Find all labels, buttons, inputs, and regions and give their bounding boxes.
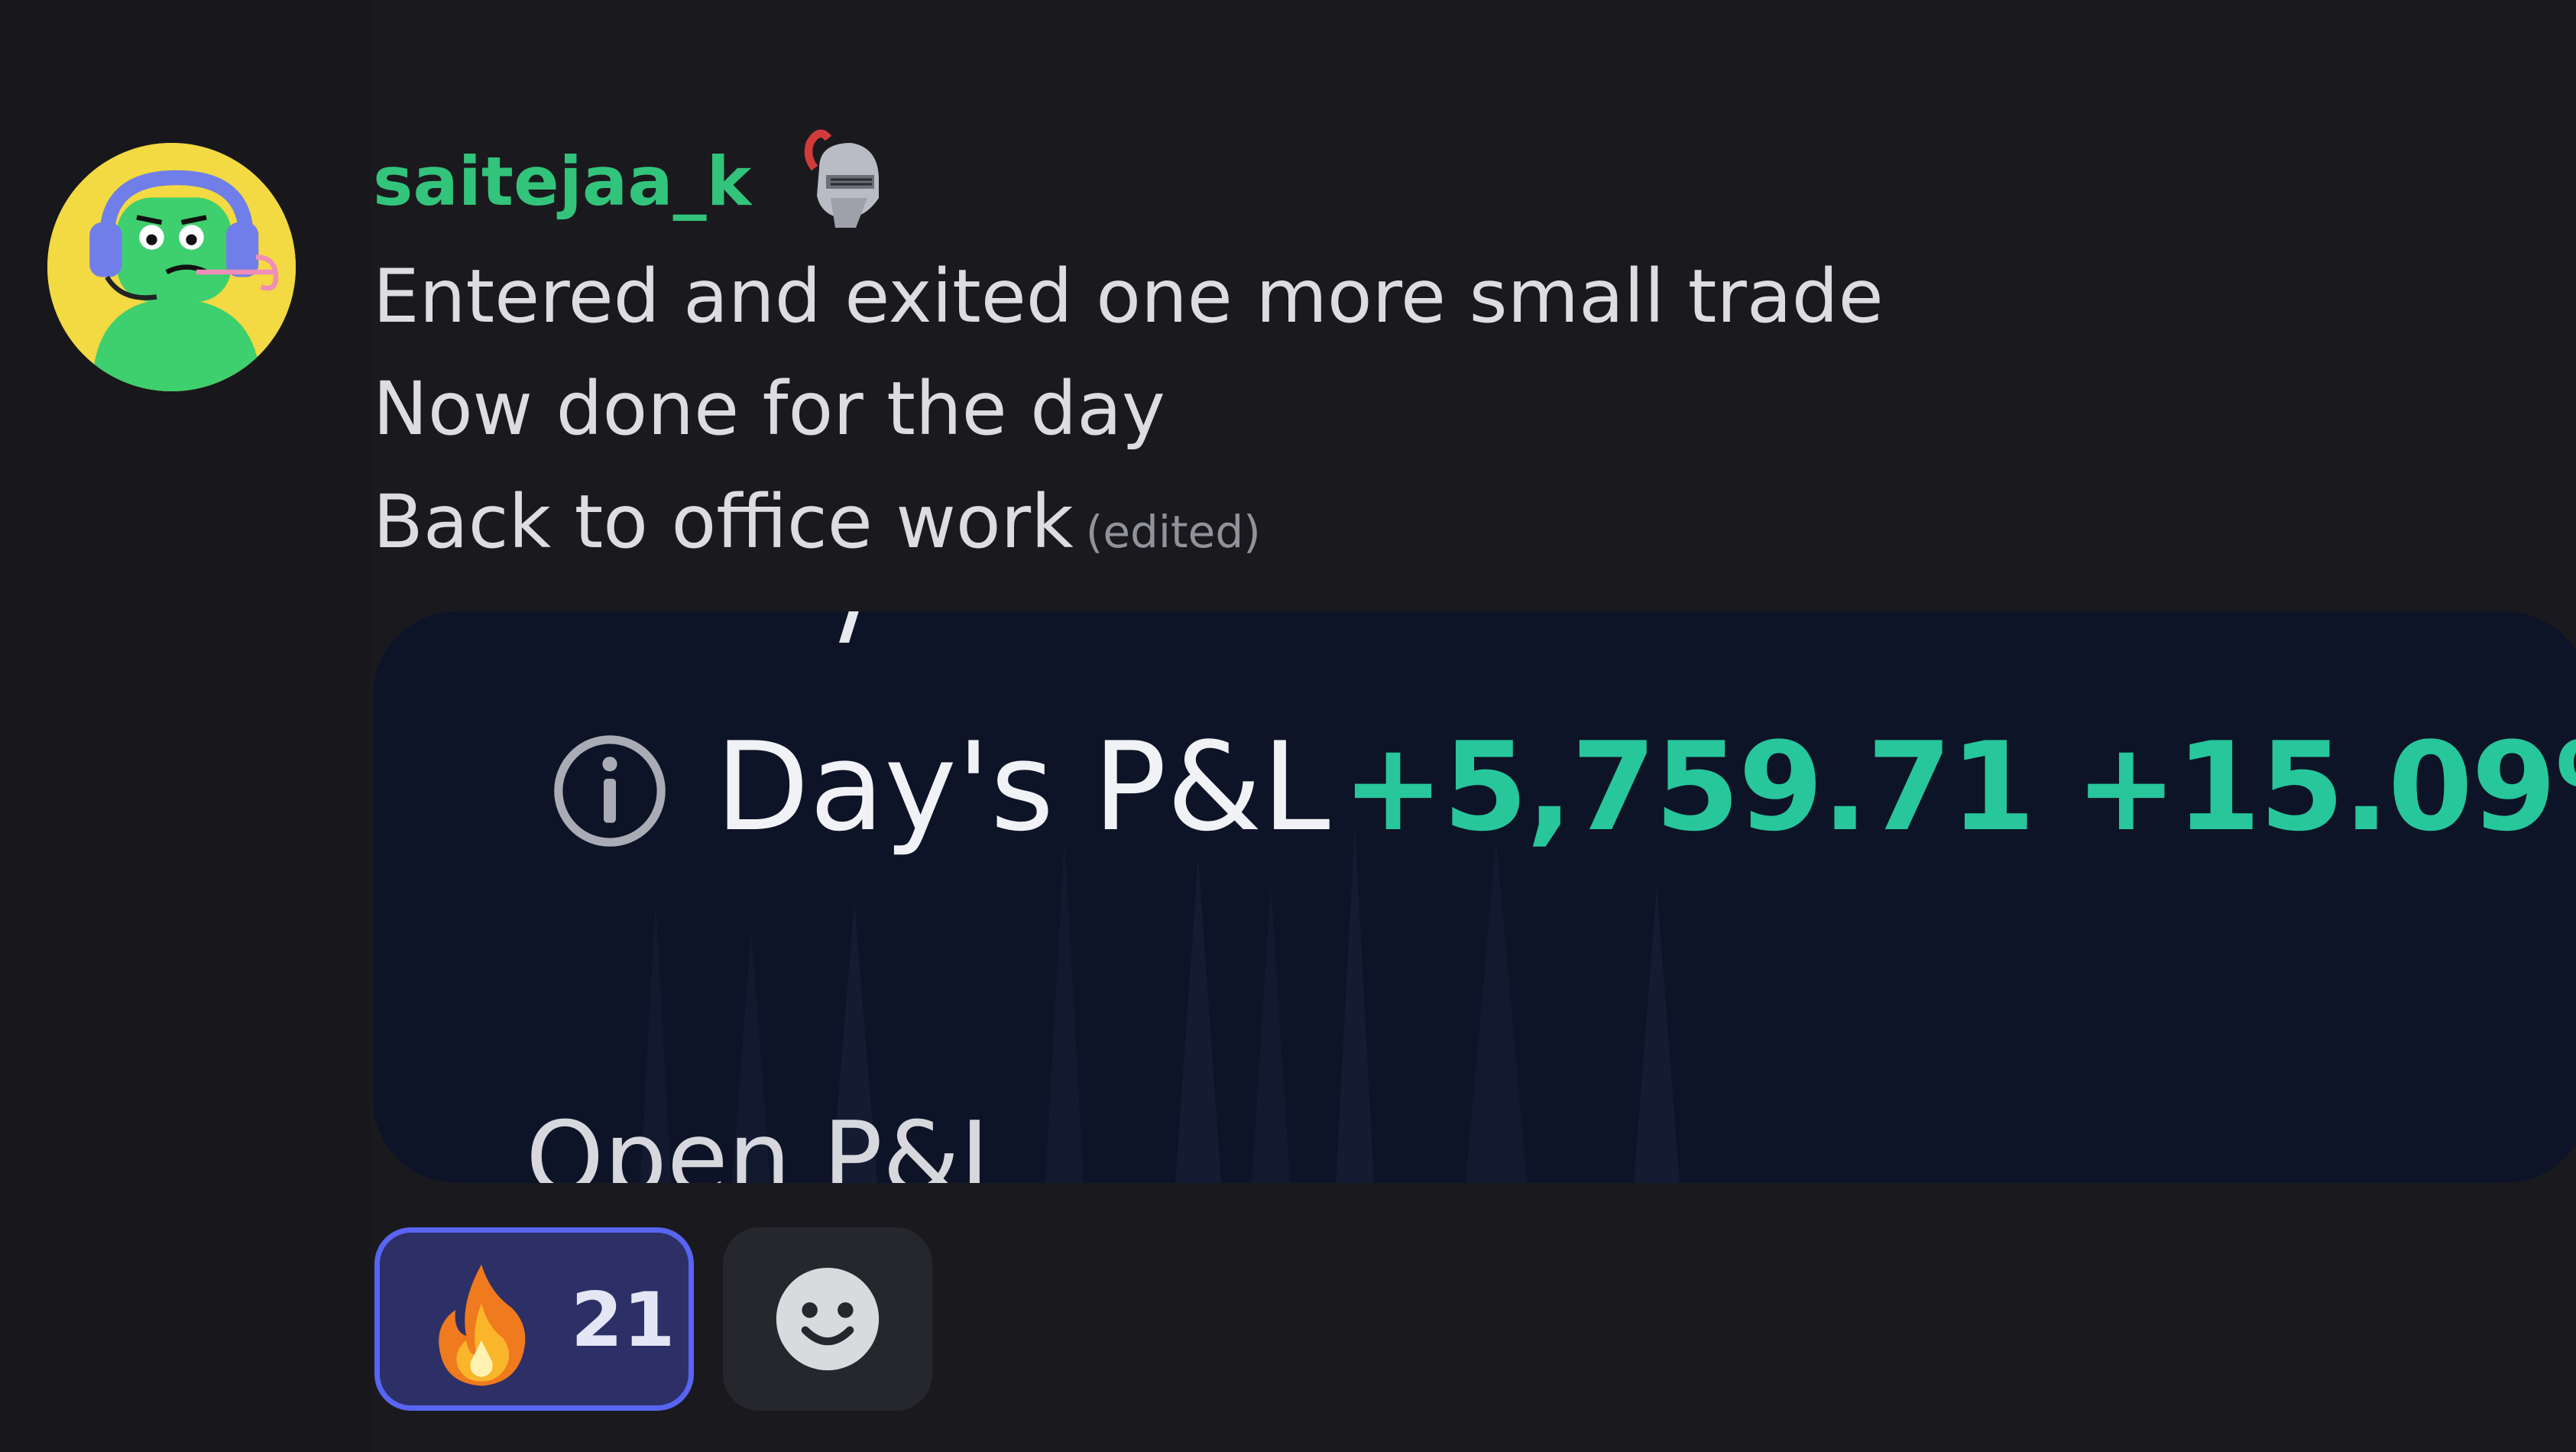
avatar[interactable] — [47, 143, 296, 391]
open-pnl-label: Open P&L — [526, 1100, 1016, 1183]
message-line-text: Back to office work — [373, 479, 1074, 565]
message-line: Now done for the day — [373, 366, 1165, 452]
image-attachment[interactable]: · / Day's P&L +5,759.71 +15.09% Open P&L — [373, 611, 2576, 1183]
message-line: Back to office work (edited) — [373, 472, 1261, 582]
message-line: Entered and exited one more small trade — [373, 254, 1884, 339]
days-pnl-value: +5,759.71 +15.09% — [1342, 715, 2576, 858]
smiley-add-reaction-icon — [776, 1267, 880, 1371]
reaction-fire[interactable]: 21 — [374, 1227, 694, 1411]
chat-message-view: saitejaa_k Entered and exited one more s… — [0, 0, 2576, 1452]
knight-helmet-icon — [781, 122, 903, 237]
cropped-top-text-artifact: · / — [581, 611, 873, 650]
days-pnl-label: Day's P&L — [715, 715, 1330, 858]
fire-icon — [424, 1260, 539, 1390]
author-name[interactable]: saitejaa_k — [373, 136, 751, 228]
headset-character-avatar — [47, 143, 296, 391]
add-reaction-button[interactable] — [723, 1227, 932, 1411]
reaction-count: 21 — [571, 1277, 676, 1364]
background-chart-bars — [640, 825, 1680, 1183]
edited-label: (edited) — [1085, 506, 1261, 558]
info-icon — [549, 730, 671, 852]
